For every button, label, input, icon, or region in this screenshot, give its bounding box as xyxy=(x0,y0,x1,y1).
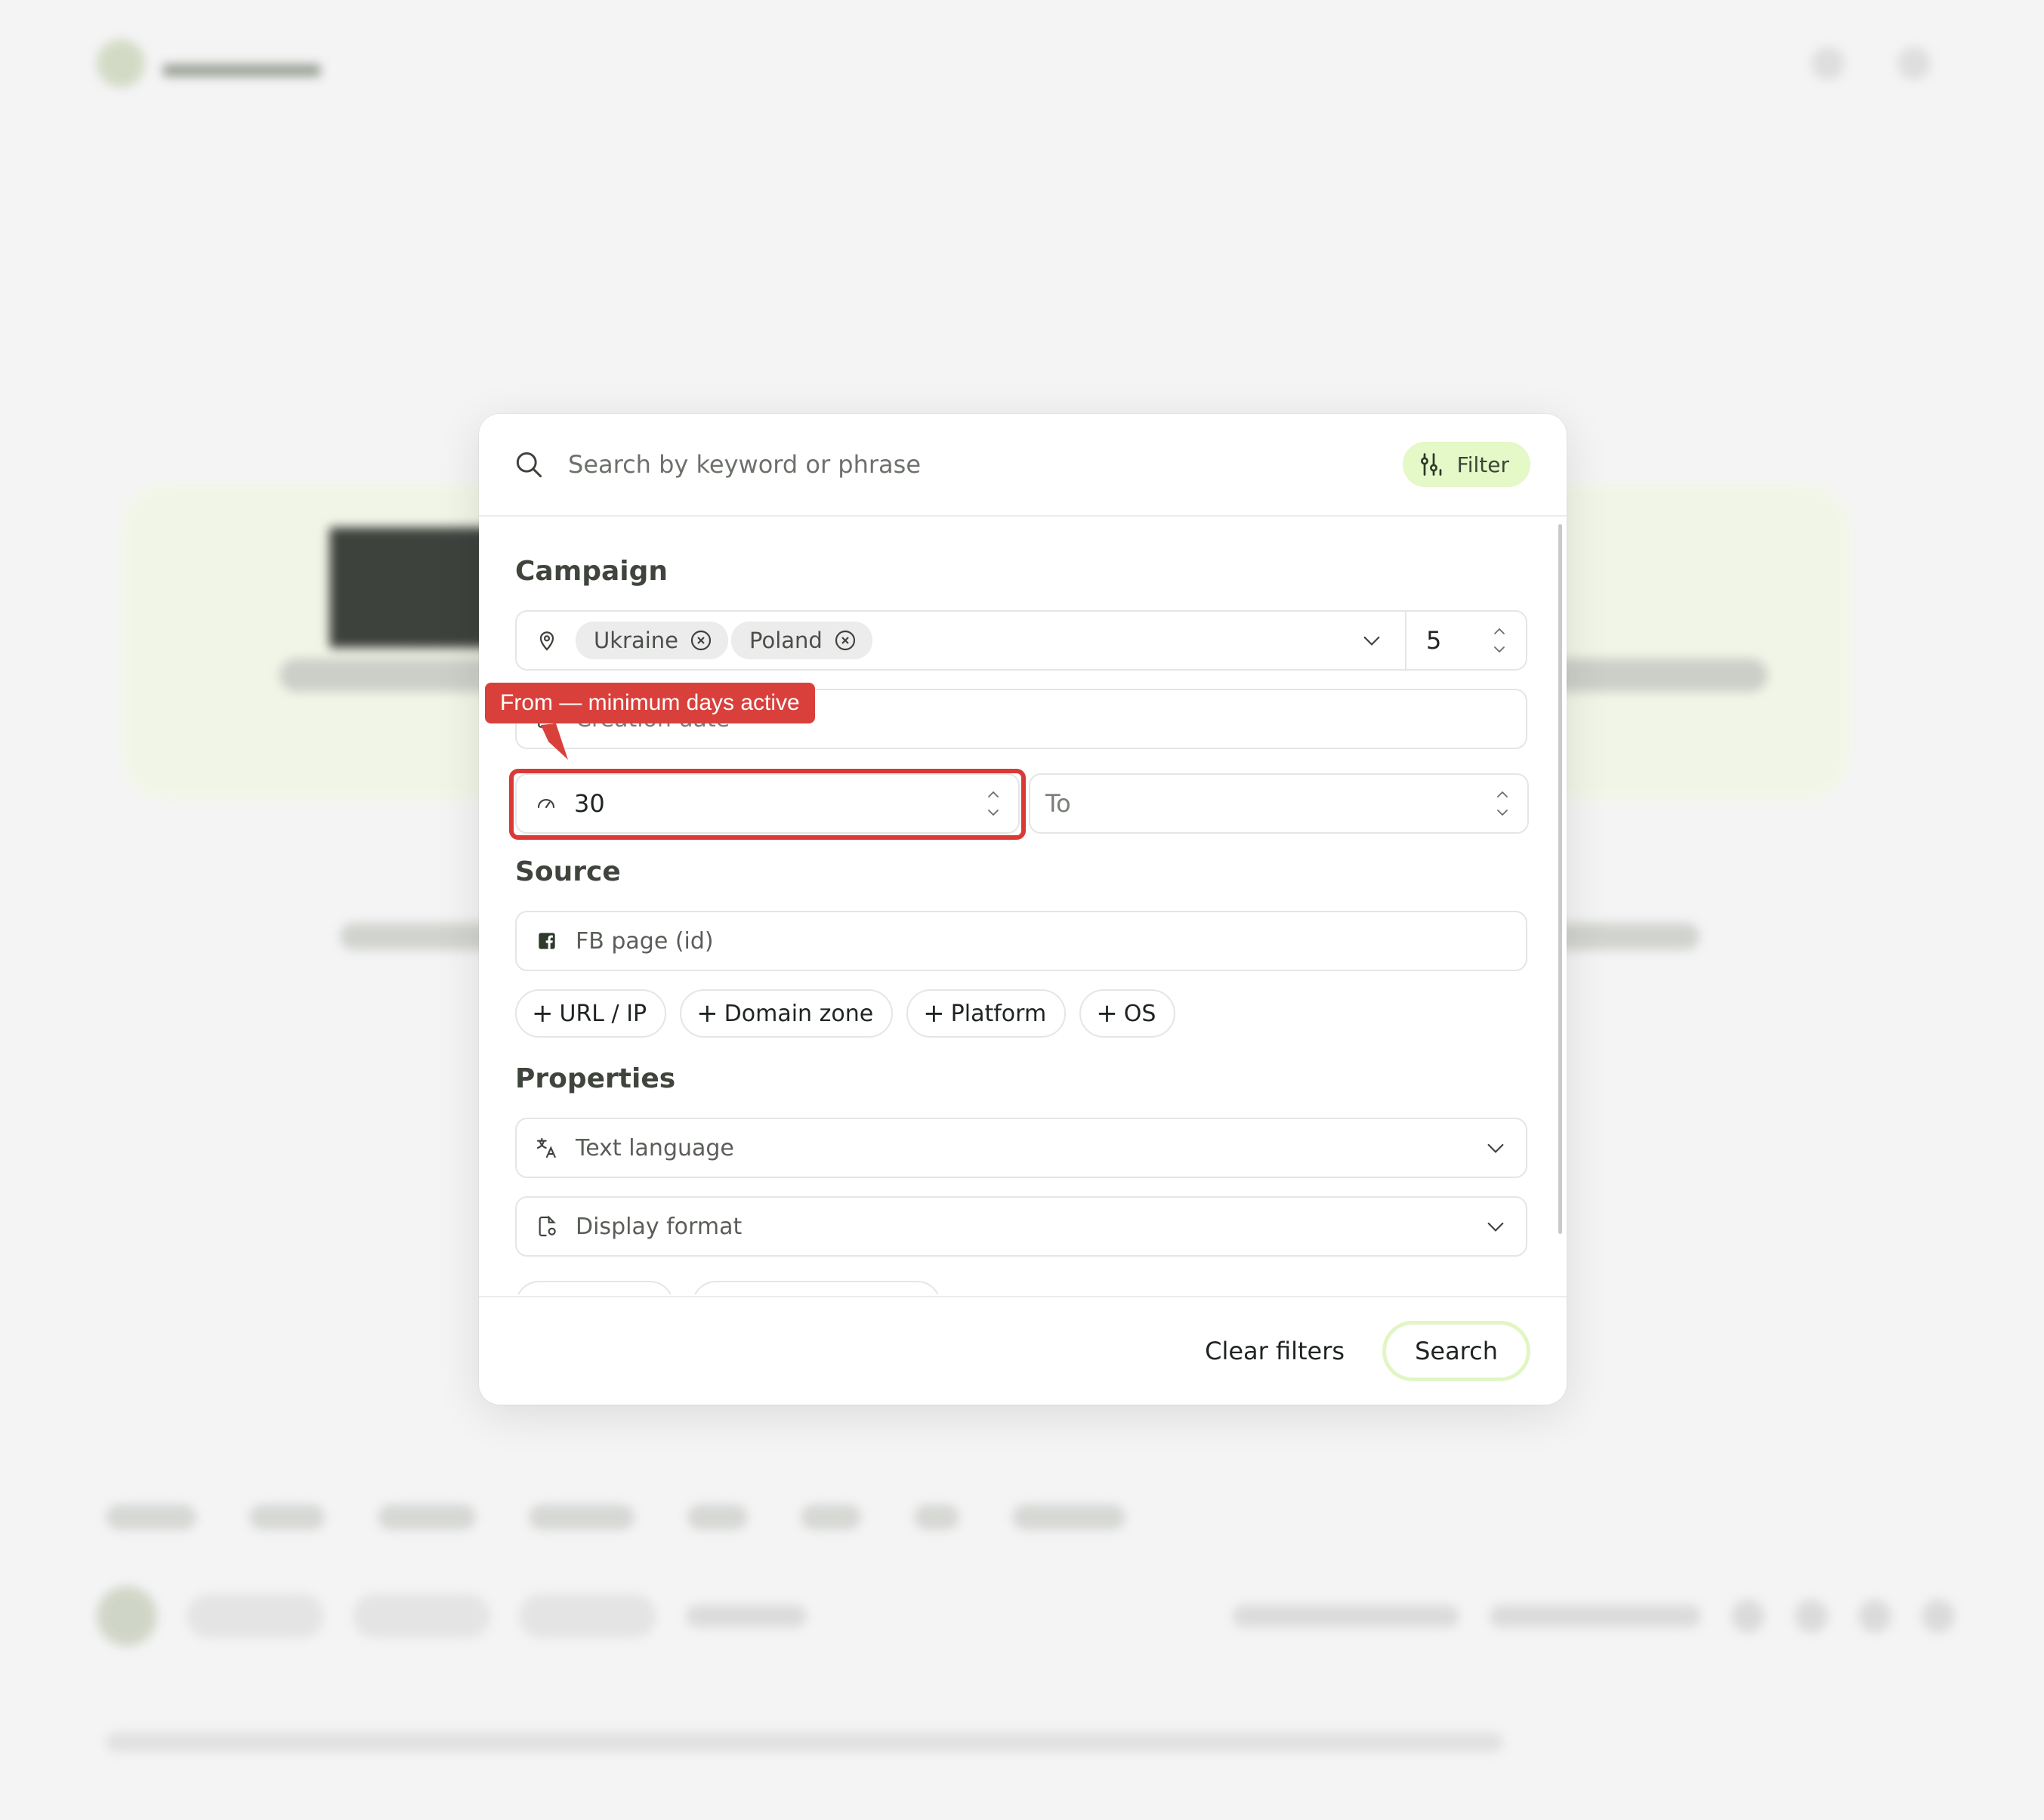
chevron-up-icon[interactable] xyxy=(1491,625,1508,638)
background-logo-text: ▬▬▬▬ xyxy=(163,42,320,85)
days-active-from-input[interactable]: 30 xyxy=(515,773,1020,834)
add-chip-label: URL / IP xyxy=(559,1000,647,1027)
clipped-chips-row xyxy=(515,1281,941,1294)
plus-icon: + xyxy=(1096,998,1118,1029)
properties-section-title: Properties xyxy=(515,1063,676,1094)
add-chip-label: Platform xyxy=(950,1000,1047,1027)
chevron-up-icon[interactable] xyxy=(1494,788,1511,801)
plus-icon: + xyxy=(532,998,554,1029)
annotation-tooltip: From — minimum days active xyxy=(485,683,815,723)
add-chip-label: OS xyxy=(1123,1000,1156,1027)
chevron-down-icon xyxy=(1487,1222,1504,1232)
search-input[interactable]: Search by keyword or phrase xyxy=(568,450,1403,479)
background-footer-row xyxy=(97,1586,1955,1646)
background-top-icons xyxy=(1811,47,1931,80)
fb-page-field[interactable]: FB page (id) xyxy=(515,911,1527,971)
geo-chip-ukraine[interactable]: Ukraine xyxy=(576,622,728,659)
facebook-icon xyxy=(539,933,555,949)
plus-icon: + xyxy=(696,998,718,1029)
geo-chip-poland[interactable]: Poland xyxy=(731,622,872,659)
search-bar: Search by keyword or phrase Filter xyxy=(479,414,1567,517)
text-language-label: Text language xyxy=(576,1134,734,1161)
clear-filters-button[interactable]: Clear filters xyxy=(1205,1337,1345,1365)
fb-page-placeholder: FB page (id) xyxy=(576,927,714,955)
background-copyright xyxy=(106,1732,1503,1752)
days-active-to-input[interactable]: To xyxy=(1029,773,1529,834)
text-language-select[interactable]: Text language xyxy=(515,1118,1527,1178)
translate-icon xyxy=(536,1137,556,1158)
geo-count-stepper[interactable]: 5 xyxy=(1405,612,1526,669)
add-domain-zone-button[interactable]: + Domain zone xyxy=(680,989,894,1038)
days-active-from-value: 30 xyxy=(574,789,605,818)
geo-chip-label: Poland xyxy=(749,628,823,653)
location-pin-icon xyxy=(539,631,554,651)
campaign-section-title: Campaign xyxy=(515,556,668,587)
remove-chip-icon[interactable] xyxy=(833,628,857,652)
gauge-icon xyxy=(537,798,555,809)
geo-chip-label: Ukraine xyxy=(594,628,678,653)
background-logo-mark xyxy=(97,39,145,88)
stepper-arrows[interactable] xyxy=(1494,788,1511,819)
source-section-title: Source xyxy=(515,856,621,887)
stepper-arrows[interactable] xyxy=(1491,625,1508,656)
display-format-label: Display format xyxy=(576,1213,743,1240)
background-logo: ▬▬▬▬ xyxy=(97,39,320,88)
add-platform-button[interactable]: + Platform xyxy=(906,989,1067,1038)
clipped-chip[interactable] xyxy=(515,1281,674,1294)
filter-button[interactable]: Filter xyxy=(1402,442,1530,487)
chevron-down-icon xyxy=(1487,1143,1504,1153)
stepper-arrows[interactable] xyxy=(985,788,1002,819)
remove-chip-icon[interactable] xyxy=(689,628,713,652)
display-format-select[interactable]: Display format xyxy=(515,1196,1527,1257)
modal-footer: Clear filters Search xyxy=(479,1296,1567,1405)
background-footer-links xyxy=(106,1504,1125,1530)
search-button[interactable]: Search xyxy=(1382,1321,1530,1381)
clipped-chip[interactable] xyxy=(692,1281,941,1294)
search-icon xyxy=(516,452,542,478)
days-active-to-placeholder: To xyxy=(1045,789,1071,818)
panel-scrollbar[interactable] xyxy=(1558,524,1562,1234)
source-add-chips: + URL / IP + Domain zone + Platform + OS xyxy=(515,989,1176,1038)
add-url-ip-button[interactable]: + URL / IP xyxy=(515,989,667,1038)
annotation-arrow xyxy=(541,723,568,760)
chevron-down-icon[interactable] xyxy=(1491,643,1508,656)
add-os-button[interactable]: + OS xyxy=(1079,989,1176,1038)
plus-icon: + xyxy=(923,998,945,1029)
chevron-down-icon[interactable] xyxy=(1360,628,1384,652)
chevron-up-icon[interactable] xyxy=(985,788,1002,801)
geo-field[interactable]: Ukraine Poland 5 xyxy=(515,610,1527,671)
chevron-down-icon[interactable] xyxy=(1494,806,1511,819)
add-chip-label: Domain zone xyxy=(724,1000,874,1027)
document-format-icon xyxy=(539,1215,556,1237)
sliders-icon xyxy=(1420,453,1442,476)
geo-count-value: 5 xyxy=(1426,626,1442,655)
filter-button-label: Filter xyxy=(1456,452,1509,477)
chevron-down-icon[interactable] xyxy=(985,806,1002,819)
